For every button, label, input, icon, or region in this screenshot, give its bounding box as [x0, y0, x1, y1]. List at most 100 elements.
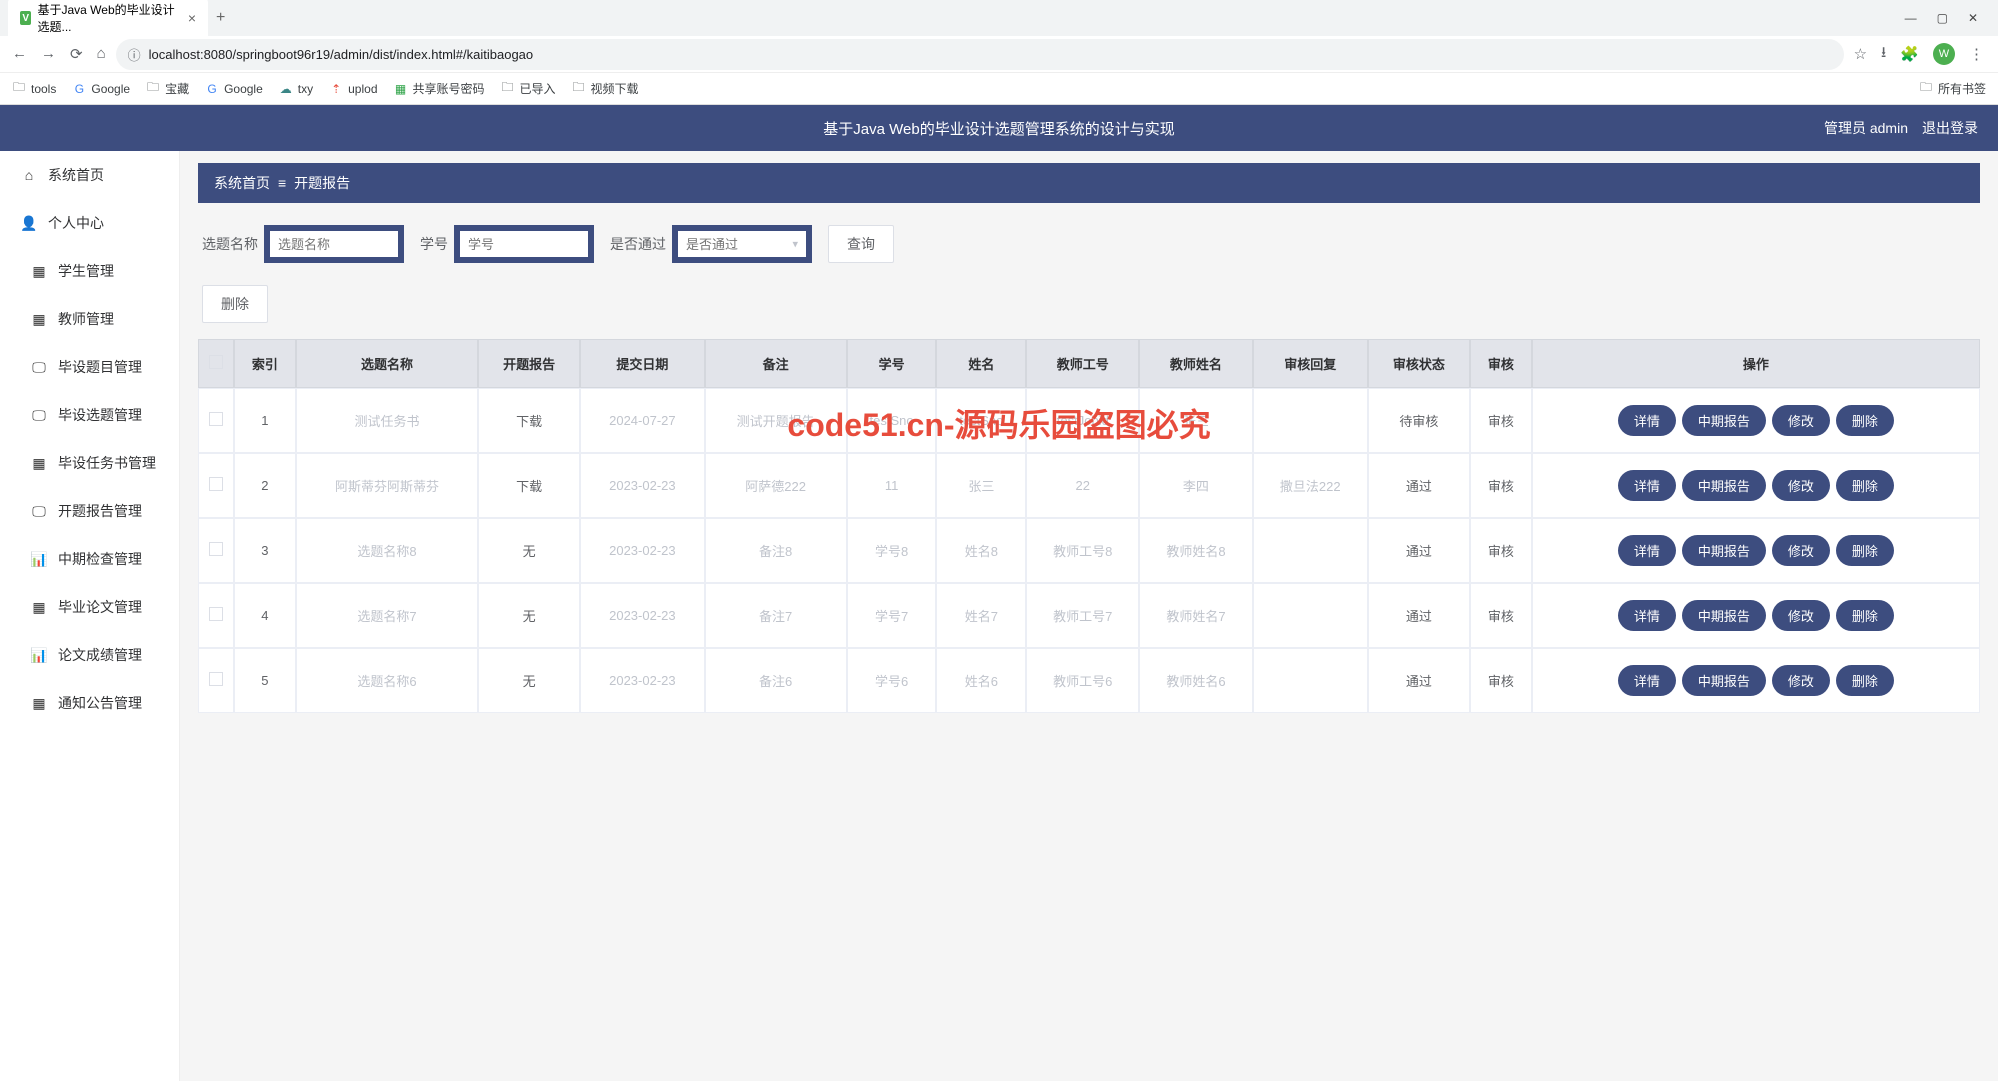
maximize-icon[interactable]: ▢: [1937, 11, 1948, 25]
row-checkbox[interactable]: [209, 542, 223, 556]
crumb-current: 开题报告: [294, 173, 350, 193]
filter-label: 是否通过: [610, 234, 666, 254]
sidebar-item[interactable]: ▦教师管理: [0, 295, 179, 343]
sidebar-item[interactable]: ▦学生管理: [0, 247, 179, 295]
sidebar-item[interactable]: 📊论文成绩管理: [0, 631, 179, 679]
sidebar-item[interactable]: 🖵毕设选题管理: [0, 391, 179, 439]
edit-button[interactable]: 修改: [1772, 665, 1830, 696]
back-icon[interactable]: ←: [12, 45, 27, 63]
sidebar-item[interactable]: 📊中期检查管理: [0, 535, 179, 583]
select-all-checkbox[interactable]: [209, 355, 223, 369]
detail-button[interactable]: 详情: [1618, 535, 1676, 566]
delete-button[interactable]: 删除: [202, 285, 268, 323]
row-checkbox[interactable]: [209, 607, 223, 621]
url-input[interactable]: ⓘ localhost:8080/springboot96r19/admin/d…: [116, 39, 1844, 70]
cell-audit[interactable]: 审核: [1470, 453, 1532, 518]
bookmark-item[interactable]: 🗀视频下载: [572, 80, 639, 97]
detail-button[interactable]: 详情: [1618, 470, 1676, 501]
folder-icon: 🗀: [146, 82, 160, 96]
cell-index: 1: [234, 388, 296, 453]
edit-button[interactable]: 修改: [1772, 470, 1830, 501]
edit-button[interactable]: 修改: [1772, 535, 1830, 566]
cell-sname: 张三: [936, 453, 1026, 518]
star-icon[interactable]: ☆: [1854, 45, 1867, 63]
minimize-icon[interactable]: —: [1905, 11, 1917, 25]
browser-tab[interactable]: V 基于Java Web的毕业设计选题... ×: [8, 0, 208, 41]
cell-report[interactable]: 下载: [478, 388, 580, 453]
cell-tname: 张三: [1139, 388, 1252, 453]
sidebar-label: 教师管理: [58, 309, 114, 329]
cell-sname: testSno: [936, 388, 1026, 453]
row-checkbox[interactable]: [209, 477, 223, 491]
edit-button[interactable]: 修改: [1772, 600, 1830, 631]
bookmark-item[interactable]: ⇡uplod: [329, 82, 377, 96]
table-header: [198, 339, 234, 388]
bookmark-item[interactable]: ▦共享账号密码: [394, 80, 485, 97]
delete-row-button[interactable]: 删除: [1836, 470, 1894, 501]
sidebar-item[interactable]: ▦通知公告管理: [0, 679, 179, 727]
mid-report-button[interactable]: 中期报告: [1682, 600, 1766, 631]
menu-icon[interactable]: ⋮: [1969, 45, 1984, 63]
bookmark-item[interactable]: GGoogle: [205, 82, 263, 96]
reload-icon[interactable]: ⟳: [70, 45, 83, 63]
delete-row-button[interactable]: 删除: [1836, 600, 1894, 631]
detail-button[interactable]: 详情: [1618, 405, 1676, 436]
bookmark-item[interactable]: 🗀宝藏: [146, 80, 189, 97]
cell-audit[interactable]: 审核: [1470, 388, 1532, 453]
sidebar-item[interactable]: ▦毕设任务书管理: [0, 439, 179, 487]
sidebar-item[interactable]: 🖵毕设题目管理: [0, 343, 179, 391]
row-checkbox[interactable]: [209, 412, 223, 426]
bookmark-item[interactable]: 🗀已导入: [501, 80, 556, 97]
logout-link[interactable]: 退出登录: [1922, 118, 1978, 138]
cell-audit[interactable]: 审核: [1470, 518, 1532, 583]
cell-report[interactable]: 下载: [478, 453, 580, 518]
mid-report-button[interactable]: 中期报告: [1682, 405, 1766, 436]
mid-report-button[interactable]: 中期报告: [1682, 470, 1766, 501]
site-info-icon[interactable]: ⓘ: [128, 45, 141, 64]
cell-sid: 学号8: [847, 518, 937, 583]
search-button[interactable]: 查询: [828, 225, 894, 263]
table-row: 5选题名称6无2023-02-23备注6学号6姓名6教师工号6教师姓名6通过审核…: [198, 648, 1980, 713]
cell-audit[interactable]: 审核: [1470, 583, 1532, 648]
edit-button[interactable]: 修改: [1772, 405, 1830, 436]
bookmark-item[interactable]: 🗀tools: [12, 82, 56, 96]
cell-audit[interactable]: 审核: [1470, 648, 1532, 713]
sidebar-item[interactable]: ⌂系统首页: [0, 151, 179, 199]
passed-select[interactable]: [678, 231, 806, 257]
home-icon[interactable]: ⌂: [97, 45, 106, 63]
bookmark-item[interactable]: GGoogle: [72, 82, 130, 96]
student-id-input[interactable]: [460, 231, 588, 257]
app-header: 基于Java Web的毕业设计选题管理系统的设计与实现 管理员 admin 退出…: [0, 105, 1998, 151]
cell-index: 3: [234, 518, 296, 583]
download-icon[interactable]: ⭳: [1881, 42, 1886, 67]
table-header: 学号: [847, 339, 937, 388]
sidebar-item[interactable]: ▦毕业论文管理: [0, 583, 179, 631]
user-label[interactable]: 管理员 admin: [1824, 118, 1908, 138]
all-bookmarks[interactable]: 🗀所有书签: [1919, 80, 1986, 97]
crumb-home[interactable]: 系统首页: [214, 173, 270, 193]
menu-icon: ▦: [30, 599, 48, 616]
close-icon[interactable]: ×: [188, 10, 196, 26]
forward-icon[interactable]: →: [41, 45, 56, 63]
extensions-icon[interactable]: 🧩: [1900, 45, 1919, 63]
row-checkbox[interactable]: [209, 672, 223, 686]
sidebar-item[interactable]: 🖵开题报告管理: [0, 487, 179, 535]
new-tab-button[interactable]: +: [216, 9, 225, 27]
row-ops: 详情中期报告修改删除: [1539, 405, 1973, 436]
delete-row-button[interactable]: 删除: [1836, 405, 1894, 436]
profile-avatar[interactable]: W: [1933, 43, 1955, 65]
detail-button[interactable]: 详情: [1618, 600, 1676, 631]
mid-report-button[interactable]: 中期报告: [1682, 665, 1766, 696]
sidebar-label: 毕设任务书管理: [58, 453, 156, 473]
delete-row-button[interactable]: 删除: [1836, 535, 1894, 566]
topic-input[interactable]: [270, 231, 398, 257]
url-text: localhost:8080/springboot96r19/admin/dis…: [149, 47, 533, 62]
close-window-icon[interactable]: ✕: [1968, 11, 1978, 25]
sidebar-item[interactable]: 👤个人中心: [0, 199, 179, 247]
mid-report-button[interactable]: 中期报告: [1682, 535, 1766, 566]
cell-status: 通过: [1368, 453, 1470, 518]
filter-student-id: 学号: [420, 225, 594, 263]
bookmark-item[interactable]: ☁txy: [279, 82, 313, 96]
detail-button[interactable]: 详情: [1618, 665, 1676, 696]
delete-row-button[interactable]: 删除: [1836, 665, 1894, 696]
